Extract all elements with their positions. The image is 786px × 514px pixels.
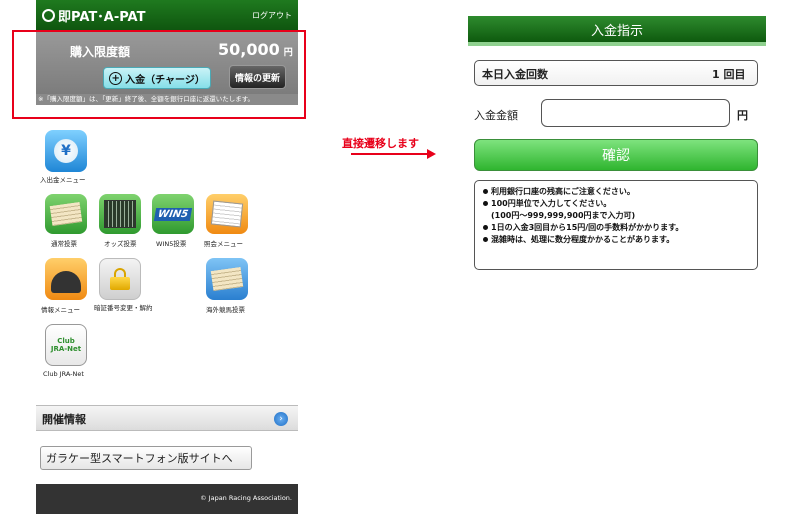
note-item: 混雑時は、処理に数分程度かかることがあります。 — [483, 234, 757, 246]
chevron-right-icon[interactable]: › — [274, 412, 288, 426]
regular-bet-button[interactable] — [45, 194, 87, 234]
club-jra-net-label: Club JRA-Net — [43, 370, 84, 378]
ticket-icon — [49, 202, 83, 226]
win5-bet-button[interactable]: WIN5 — [152, 194, 194, 234]
overseas-bet-button[interactable] — [206, 258, 248, 300]
pin-change-cancel-button[interactable] — [99, 258, 141, 300]
overseas-ticket-icon — [210, 267, 244, 291]
win5-bet-label: WIN5投票 — [156, 240, 187, 248]
deposit-withdraw-menu-button[interactable]: ¥ — [45, 130, 87, 172]
deposit-instruction-header: 入金指示 — [468, 16, 766, 46]
note-item: 100円単位で入力してください。 — [483, 198, 757, 210]
note-item: (100円～999,999,900円まで入力可) — [491, 211, 636, 220]
deposit-amount-unit: 円 — [737, 109, 748, 122]
odds-bet-button[interactable] — [99, 194, 141, 234]
inquiry-icon — [210, 200, 244, 228]
club-jra-net-button[interactable]: Club JRA-Net — [45, 324, 87, 366]
info-menu-label: 情報メニュー — [41, 306, 80, 314]
inquiry-menu-button[interactable] — [206, 194, 248, 234]
app-logo-text: 即PAT･A-PAT — [58, 10, 146, 25]
lock-icon — [110, 268, 130, 290]
deposit-withdraw-menu-label: 入出金メニュー — [40, 176, 86, 184]
copyright-text: © Japan Racing Association. — [200, 494, 292, 502]
app-logo: 即PAT･A-PAT — [42, 6, 145, 25]
regular-bet-label: 通常投票 — [51, 240, 77, 248]
logout-link[interactable]: ログアウト — [252, 10, 292, 21]
note-item: 利用銀行口座の残高にご注意ください。 — [483, 186, 757, 198]
note-item: 1日の入金3回目から15円/回の手数料がかかります。 — [483, 222, 757, 234]
transition-arrow-line — [351, 153, 429, 155]
direct-transition-label: 直接遷移します — [342, 137, 419, 150]
arrow-right-icon — [427, 149, 436, 159]
yen-icon: ¥ — [54, 139, 78, 163]
deposit-count-value: 1 回目 — [712, 68, 746, 81]
club-jra-net-icon: Club JRA-Net — [50, 337, 82, 353]
odds-bet-label: オッズ投票 — [104, 240, 137, 248]
deposit-amount-input[interactable] — [541, 99, 730, 127]
deposit-notes-box: 利用銀行口座の残高にご注意ください。 100円単位で入力してください。 (100… — [474, 180, 758, 270]
helmet-icon — [51, 271, 81, 293]
highlight-box — [12, 30, 306, 119]
logo-icon — [42, 9, 55, 22]
deposit-amount-label: 入金金額 — [474, 109, 518, 122]
inquiry-menu-label: 照会メニュー — [204, 240, 243, 248]
win5-icon: WIN5 — [153, 207, 193, 221]
event-info-title: 開催情報 — [42, 413, 86, 426]
overseas-bet-label: 海外競馬投票 — [206, 306, 245, 314]
confirm-button[interactable]: 確認 — [474, 139, 758, 171]
info-menu-button[interactable] — [45, 258, 87, 300]
deposit-count-label: 本日入金回数 — [482, 68, 548, 81]
odds-icon — [104, 200, 136, 228]
pin-change-cancel-label: 暗証番号変更・解約 — [94, 304, 153, 312]
feature-phone-site-link[interactable]: ガラケー型スマートフォン版サイトへ — [40, 446, 252, 470]
